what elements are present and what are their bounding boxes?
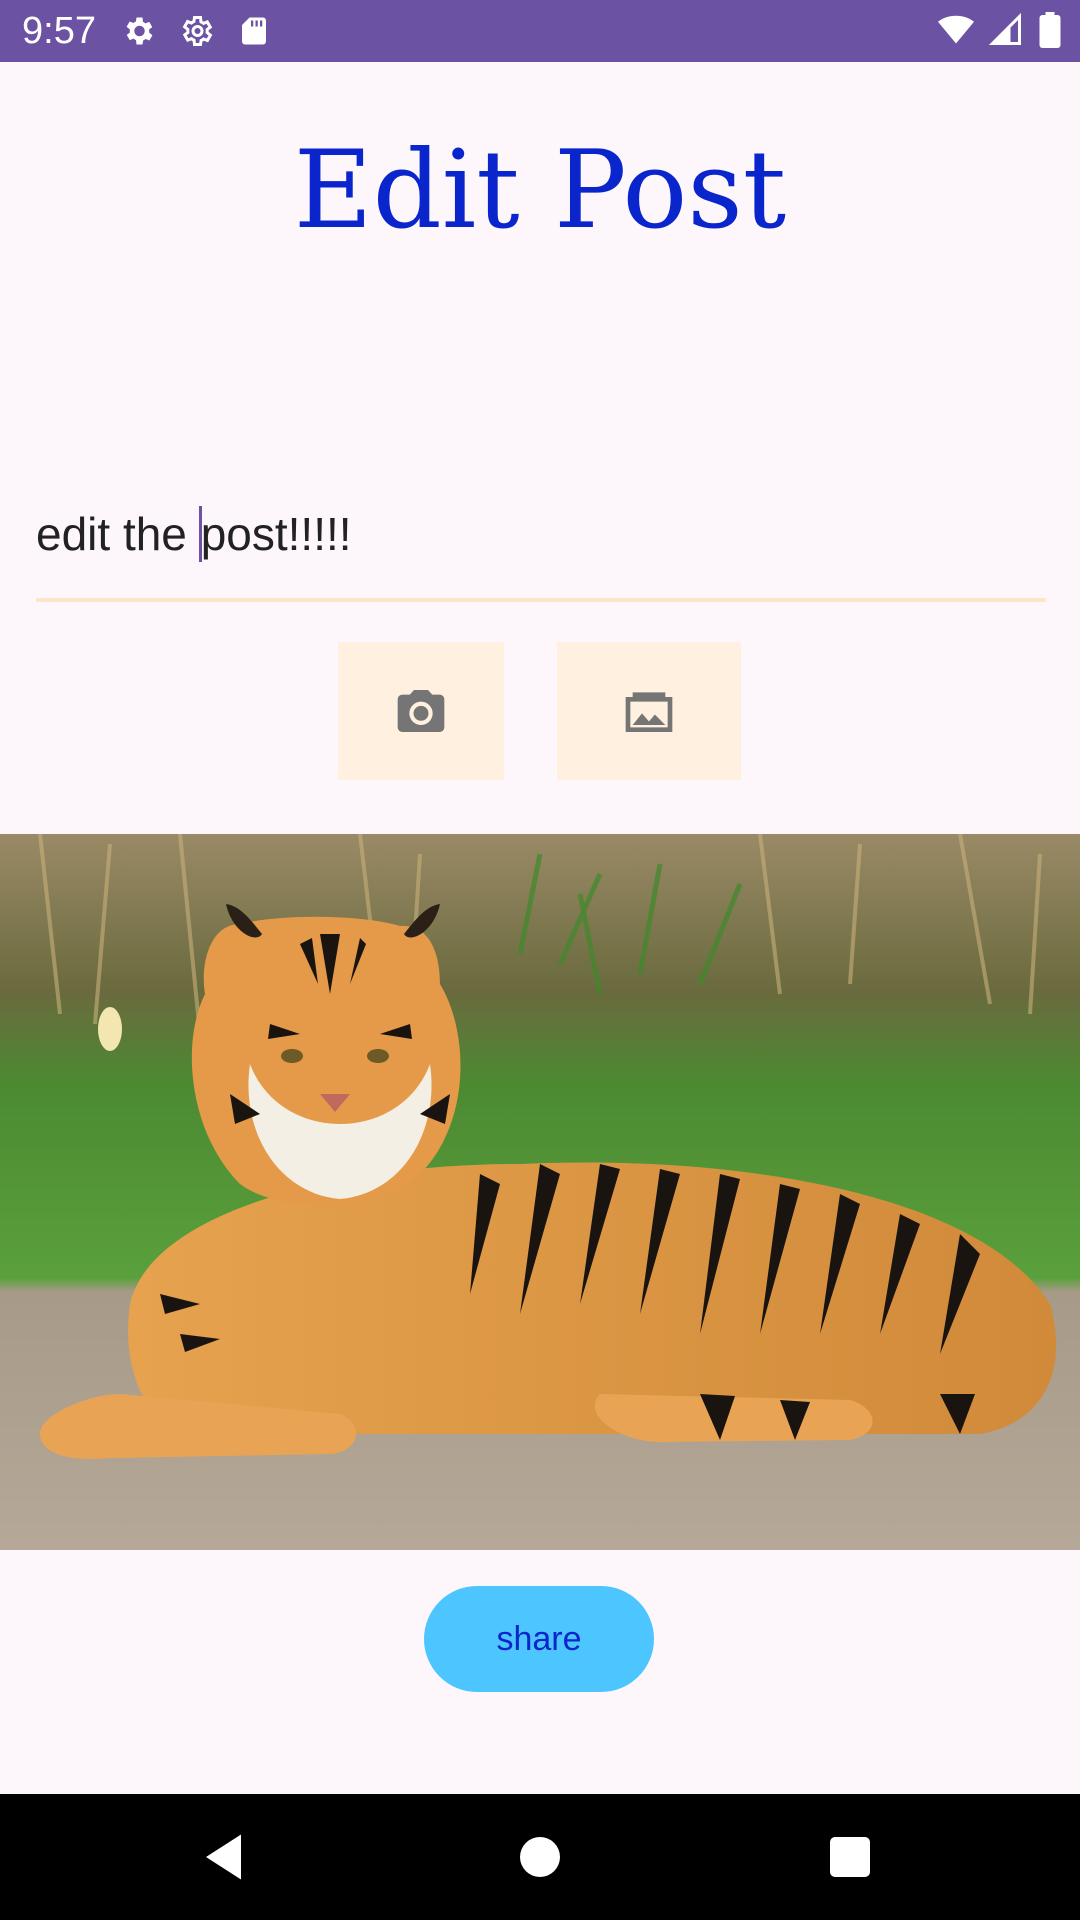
camera-button[interactable] [338, 642, 504, 780]
navigation-bar [0, 1794, 1080, 1920]
home-button[interactable] [480, 1794, 600, 1920]
recents-button[interactable] [790, 1794, 910, 1920]
settings-icon [126, 17, 153, 45]
signal-icon [988, 12, 1021, 45]
share-button[interactable]: share [424, 1586, 654, 1692]
image-gallery-icon [625, 692, 673, 732]
back-icon [206, 1834, 241, 1880]
wifi-icon [938, 15, 974, 44]
tiger-photo [0, 834, 1080, 1550]
battery-icon [1039, 12, 1061, 48]
post-text-after-caret: post!!!!! [200, 508, 352, 560]
post-image [0, 834, 1080, 1550]
home-icon [520, 1837, 560, 1877]
status-time: 9:57 [22, 10, 96, 52]
camera-icon [397, 690, 445, 732]
page-title: Edit Post [293, 128, 787, 253]
post-text-field[interactable]: edit the post!!!!! [36, 490, 1046, 602]
recents-icon [830, 1837, 870, 1877]
settings-outline-icon [182, 16, 213, 46]
status-bar: 9:57 [0, 0, 1080, 62]
post-text-before-caret: edit the [36, 508, 200, 560]
status-left-icons [120, 13, 272, 49]
status-right-icons [938, 12, 1062, 48]
back-button[interactable] [166, 1794, 286, 1920]
post-text-value[interactable]: edit the post!!!!! [36, 504, 352, 564]
gallery-button[interactable] [557, 642, 741, 780]
sd-card-icon [242, 17, 266, 45]
